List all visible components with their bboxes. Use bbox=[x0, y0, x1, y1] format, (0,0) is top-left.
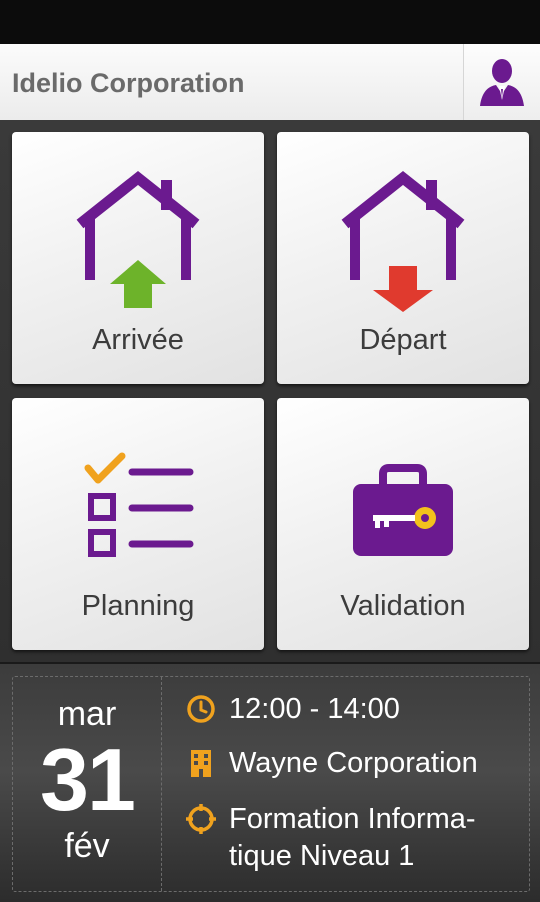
event-training: Formation Informa-tique Niveau 1 bbox=[229, 803, 476, 872]
arrivee-label: Arrivée bbox=[92, 324, 184, 356]
briefcase-key-icon bbox=[353, 464, 453, 556]
event-date: mar 31 fév bbox=[13, 677, 162, 891]
depart-tile[interactable]: Départ bbox=[277, 132, 529, 384]
event-card: mar 31 fév 12:00 - 14:00 Wayne Corporati… bbox=[12, 676, 530, 892]
target-icon bbox=[186, 804, 216, 834]
month-name: fév bbox=[64, 827, 110, 865]
clock-icon bbox=[187, 695, 215, 723]
event-company: Wayne Corporation bbox=[229, 747, 478, 779]
arrivee-tile[interactable]: Arrivée bbox=[12, 132, 264, 384]
depart-label: Départ bbox=[359, 324, 447, 356]
house-arrow-down-icon bbox=[341, 170, 465, 312]
next-event-panel[interactable]: mar 31 fév 12:00 - 14:00 Wayne Corporati… bbox=[0, 662, 540, 902]
validation-label: Validation bbox=[340, 590, 466, 622]
checklist-icon bbox=[84, 452, 194, 557]
app-header: Idelio Corporation bbox=[0, 44, 540, 121]
status-bar bbox=[0, 0, 540, 44]
planning-label: Planning bbox=[81, 590, 195, 622]
building-icon bbox=[191, 750, 211, 777]
planning-tile[interactable]: Planning bbox=[12, 398, 264, 650]
event-time: 12:00 - 14:00 bbox=[229, 693, 400, 725]
app-title: Idelio Corporation bbox=[12, 68, 245, 98]
user-icon bbox=[480, 59, 524, 106]
menu-grid: Arrivée Départ Planning Validation bbox=[0, 120, 540, 662]
profile-button[interactable] bbox=[463, 44, 540, 120]
validation-tile[interactable]: Validation bbox=[277, 398, 529, 650]
house-arrow-up-icon bbox=[76, 170, 200, 308]
day-number: 31 bbox=[40, 730, 136, 829]
